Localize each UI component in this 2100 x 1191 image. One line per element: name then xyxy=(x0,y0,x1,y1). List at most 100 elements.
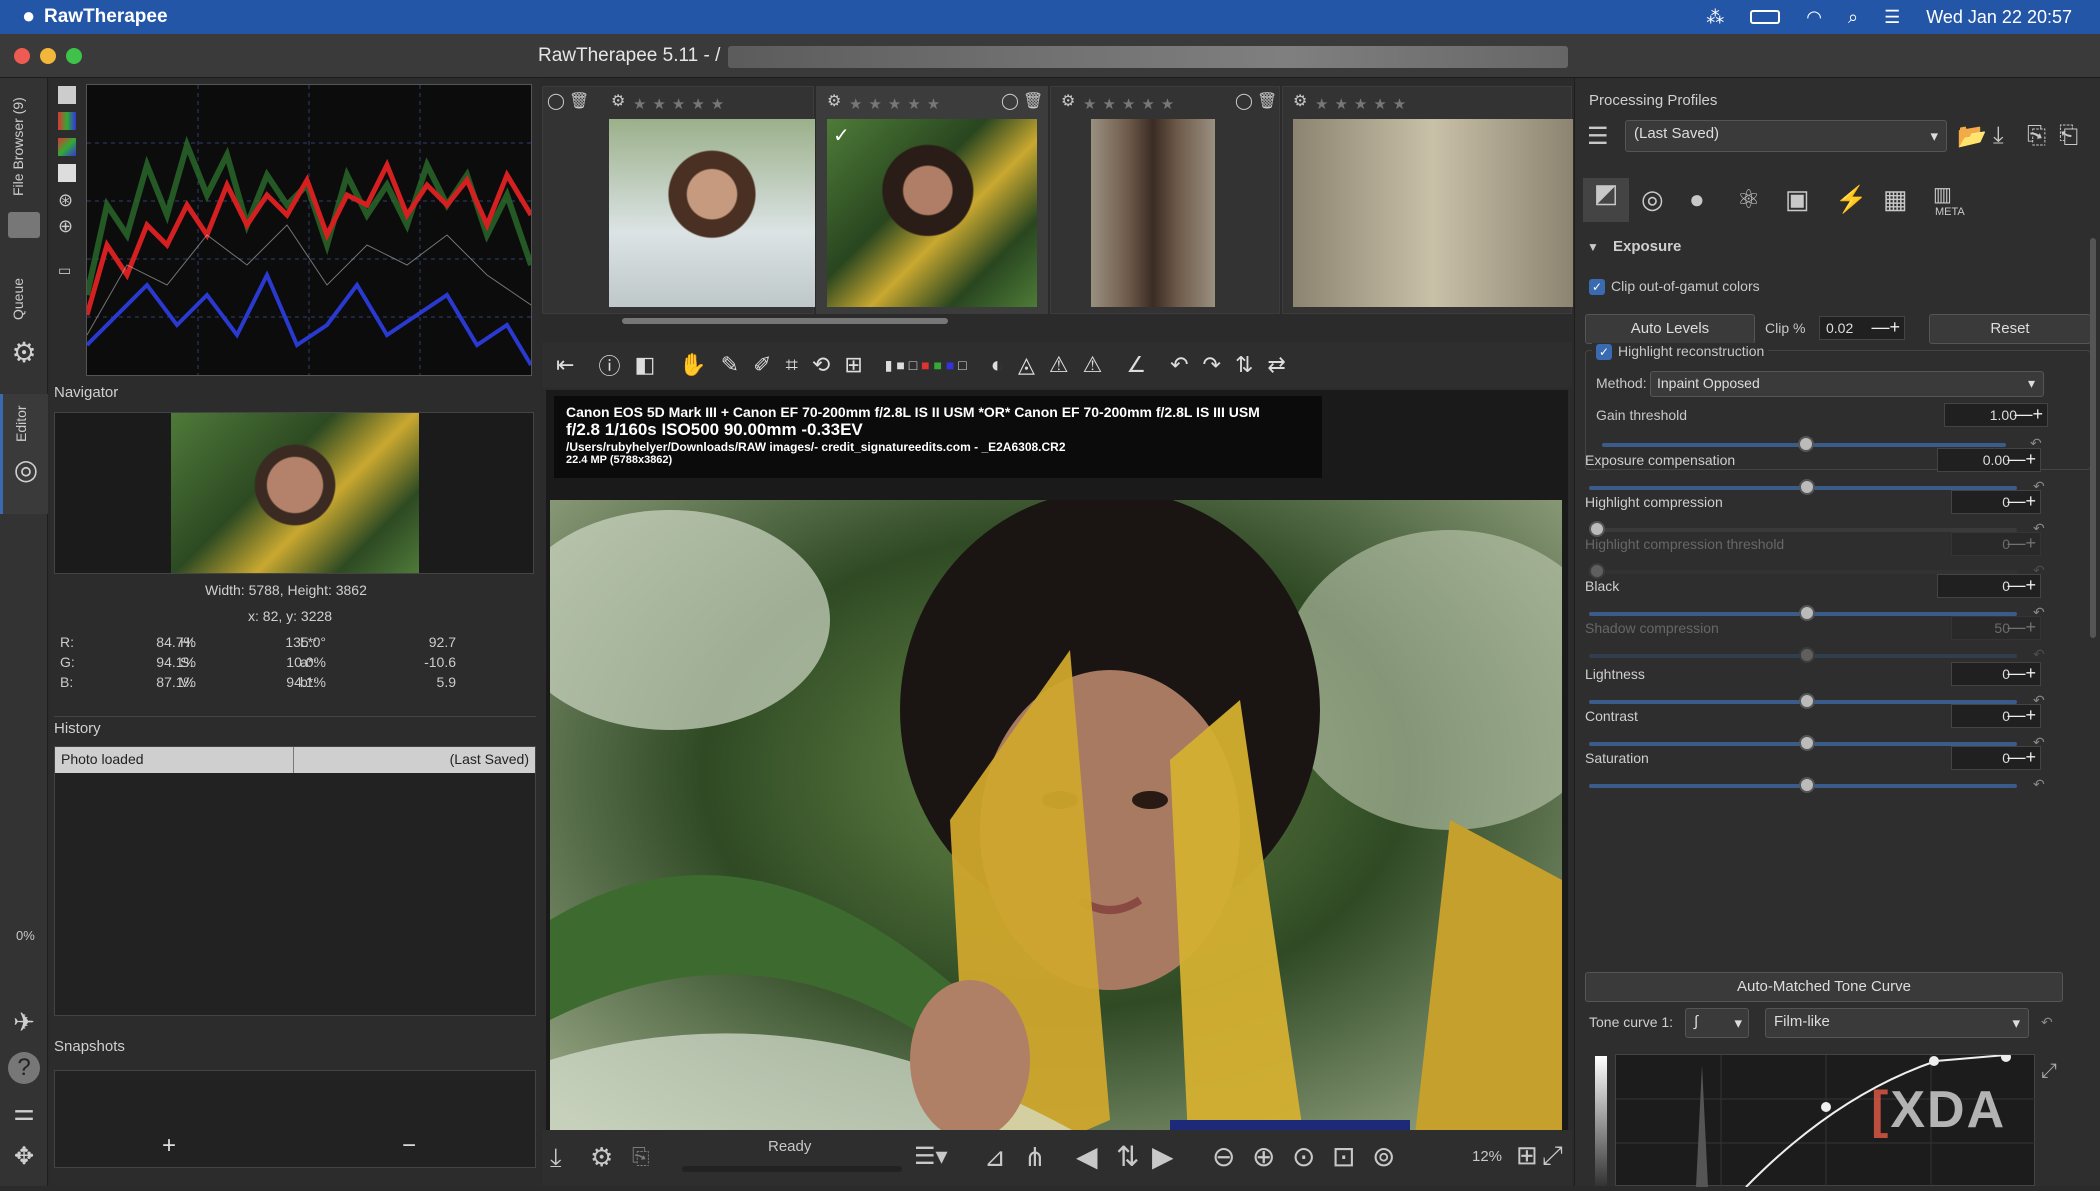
exposure-title[interactable]: Exposure xyxy=(1613,238,1681,255)
zoom-fit-icon[interactable]: ⊙ xyxy=(1292,1140,1315,1173)
tab-advanced-icon[interactable]: ⚛ xyxy=(1737,184,1760,215)
gear-icon[interactable]: ⚙ xyxy=(1293,91,1307,111)
tone-curve-mode-select[interactable]: Film-like ▾ xyxy=(1765,1008,2029,1038)
slider-knob[interactable] xyxy=(1799,693,1815,709)
send-to-editor-icon[interactable]: ⎘ xyxy=(632,1144,650,1170)
slider-knob[interactable] xyxy=(1799,777,1815,793)
histogram-matching-icon[interactable]: ☰▾ xyxy=(914,1142,948,1171)
focus-mask-icon[interactable]: ◐ xyxy=(991,352,1004,378)
slider-track[interactable] xyxy=(1589,647,2017,663)
thumbnail-4[interactable]: ⚙ ★★★★★ xyxy=(1282,86,1573,314)
folder-icon[interactable] xyxy=(8,212,40,238)
trash-icon[interactable]: 🗑 xyxy=(569,91,589,111)
tab-local-icon[interactable]: ▦ xyxy=(1883,184,1908,215)
trash-icon[interactable]: 🗑 xyxy=(1257,91,1277,111)
thumbnail-1[interactable]: ◯ 🗑 ⚙ ★★★★★ xyxy=(542,86,815,314)
sync-icon[interactable]: ⋔ xyxy=(1024,1142,1046,1173)
rating-stars[interactable]: ★★★★★ xyxy=(633,95,730,113)
spotlight-search-icon[interactable]: ⌕ xyxy=(1848,7,1858,28)
right-scrollbar[interactable] xyxy=(2090,238,2096,638)
auto-matched-tone-curve-button[interactable]: Auto-Matched Tone Curve xyxy=(1585,972,2063,1002)
clip-gamut-row[interactable]: ✓ Clip out-of-gamut colors xyxy=(1589,278,1760,295)
gear-icon[interactable]: ⚙ xyxy=(8,336,40,368)
new-detail-window-icon[interactable]: ⊞ xyxy=(1516,1140,1538,1171)
slider-track[interactable] xyxy=(1589,777,2017,793)
paste-profile-icon[interactable]: ⎗ xyxy=(2059,122,2078,150)
white-balance-picker-icon[interactable]: ✎ xyxy=(721,352,739,378)
rating-stars[interactable]: ★★★★★ xyxy=(1315,95,1412,113)
histogram-raw-icon[interactable] xyxy=(58,138,76,156)
tab-exposure-icon[interactable]: ◩ xyxy=(1583,178,1629,222)
slider-knob[interactable] xyxy=(1799,479,1815,495)
tab-details-icon[interactable]: ◎ xyxy=(1641,184,1664,215)
gain-threshold-spinner[interactable]: 1.00 —+ xyxy=(1944,403,2048,427)
slider-knob[interactable] xyxy=(1799,735,1815,751)
zoom-out-icon[interactable]: ⊖ xyxy=(1212,1140,1235,1173)
zoom-fit-crop-icon[interactable]: ⊡ xyxy=(1332,1140,1355,1173)
collapse-triangle-icon[interactable]: ▼ xyxy=(1587,240,1599,254)
curve-pick-icon[interactable]: ⤢ xyxy=(2041,1060,2057,1083)
histogram-bar-icon[interactable] xyxy=(58,164,76,182)
sort-icon[interactable]: ⇅ xyxy=(1116,1140,1139,1173)
flip-horizontal-icon[interactable]: ⇄ xyxy=(1267,352,1285,378)
clipped-highlights-warning-icon[interactable]: ⚠ xyxy=(1049,352,1069,378)
reset-button[interactable]: Reset xyxy=(1929,314,2091,344)
history-row[interactable]: Photo loaded (Last Saved) xyxy=(55,747,535,773)
rating-stars[interactable]: ★★★★★ xyxy=(849,95,946,113)
rating-stars[interactable]: ★★★★★ xyxy=(1083,95,1180,113)
minimize-window-button[interactable] xyxy=(40,48,56,64)
main-photo[interactable] xyxy=(550,500,1562,1180)
slider-spinner[interactable]: 0 —+ xyxy=(1951,490,2041,514)
slider-spinner[interactable]: 0 —+ xyxy=(1951,532,2041,556)
tab-raw-icon[interactable]: ⚡ xyxy=(1835,184,1867,215)
thumbnail-2-selected[interactable]: ⚙ ★★★★★ ◯ 🗑 ✓ xyxy=(816,86,1048,314)
crop-tool-icon[interactable]: ⌗ xyxy=(786,352,798,378)
navigator-preview[interactable] xyxy=(54,412,534,574)
rotate-right-icon[interactable]: ↷ xyxy=(1203,352,1221,378)
battery-icon[interactable] xyxy=(1750,10,1781,24)
tab-queue[interactable]: Queue xyxy=(10,278,26,320)
slider-spinner[interactable]: 0 —+ xyxy=(1951,746,2041,770)
zoom-window-button[interactable] xyxy=(66,48,82,64)
reset-arrow-icon[interactable]: ↶ xyxy=(2033,776,2045,793)
perspective-tool-icon[interactable]: ⊞ xyxy=(844,352,862,378)
fullscreen-toggle-icon[interactable]: ✥ xyxy=(8,1140,40,1172)
app-menu-name[interactable]: RawTherapee xyxy=(44,6,168,28)
open-profile-icon[interactable]: 📂 xyxy=(1957,122,1987,151)
arrow-right-icon[interactable]: ▶ xyxy=(1152,1140,1174,1173)
slider-spinner[interactable]: 50 —+ xyxy=(1951,616,2041,640)
clipped-shadows-icon[interactable]: ◬ xyxy=(1018,352,1035,378)
tab-meta-icon[interactable]: ▥ xyxy=(1933,182,1952,207)
preferences-icon[interactable]: ⚌ xyxy=(8,1096,40,1128)
info-icon[interactable]: ⓘ xyxy=(598,349,620,381)
histogram-scope-icon[interactable]: ⊛ xyxy=(58,190,73,211)
control-center-icon[interactable]: ☰ xyxy=(1884,7,1900,28)
histogram-more-icon[interactable]: ▭ xyxy=(58,262,71,279)
slider-knob[interactable] xyxy=(1798,436,1814,452)
slider-spinner[interactable]: 0 —+ xyxy=(1951,662,2041,686)
tab-transform-icon[interactable]: ▣ xyxy=(1785,184,1810,215)
queue-settings-icon[interactable]: ⚙ xyxy=(590,1142,613,1173)
thumbnail-3[interactable]: ⚙ ★★★★★ ◯ 🗑 xyxy=(1050,86,1280,314)
method-select[interactable]: Inpaint Opposed ▾ xyxy=(1650,371,2044,397)
slider-spinner[interactable]: 0 —+ xyxy=(1937,574,2041,598)
histogram-vectorscope-icon[interactable]: ⊕ xyxy=(58,216,73,237)
slider-knob[interactable] xyxy=(1799,605,1815,621)
fullscreen-icon[interactable]: ⤢ xyxy=(1542,1140,1563,1172)
slider-spinner[interactable]: 0 —+ xyxy=(1951,704,2041,728)
tab-file-browser[interactable]: File Browser (9) xyxy=(10,97,26,196)
angle-tool-icon[interactable]: ∠ xyxy=(1126,352,1146,378)
histogram-rgb-icon[interactable] xyxy=(58,112,76,130)
control-center-dots-icon[interactable]: ⁂ xyxy=(1706,7,1724,28)
slider-spinner[interactable]: 0.00 —+ xyxy=(1937,448,2041,472)
tone-curve-type-select[interactable]: ∫ ▾ xyxy=(1685,1008,1749,1038)
checkbox-checked-icon[interactable]: ✓ xyxy=(1589,279,1605,295)
hide-left-panel-icon[interactable]: ⇤ xyxy=(556,352,574,378)
clock[interactable]: Wed Jan 22 20:57 xyxy=(1926,7,2072,28)
filmstrip-scrollbar[interactable] xyxy=(622,318,948,324)
wifi-icon[interactable]: ◠ xyxy=(1806,7,1822,28)
thumb-menu-icon[interactable]: ◯ xyxy=(1001,91,1019,111)
hand-tool-icon[interactable]: ✋ xyxy=(679,352,706,378)
gear-icon[interactable]: ⚙ xyxy=(827,91,841,111)
help-icon[interactable]: ? xyxy=(8,1052,40,1084)
